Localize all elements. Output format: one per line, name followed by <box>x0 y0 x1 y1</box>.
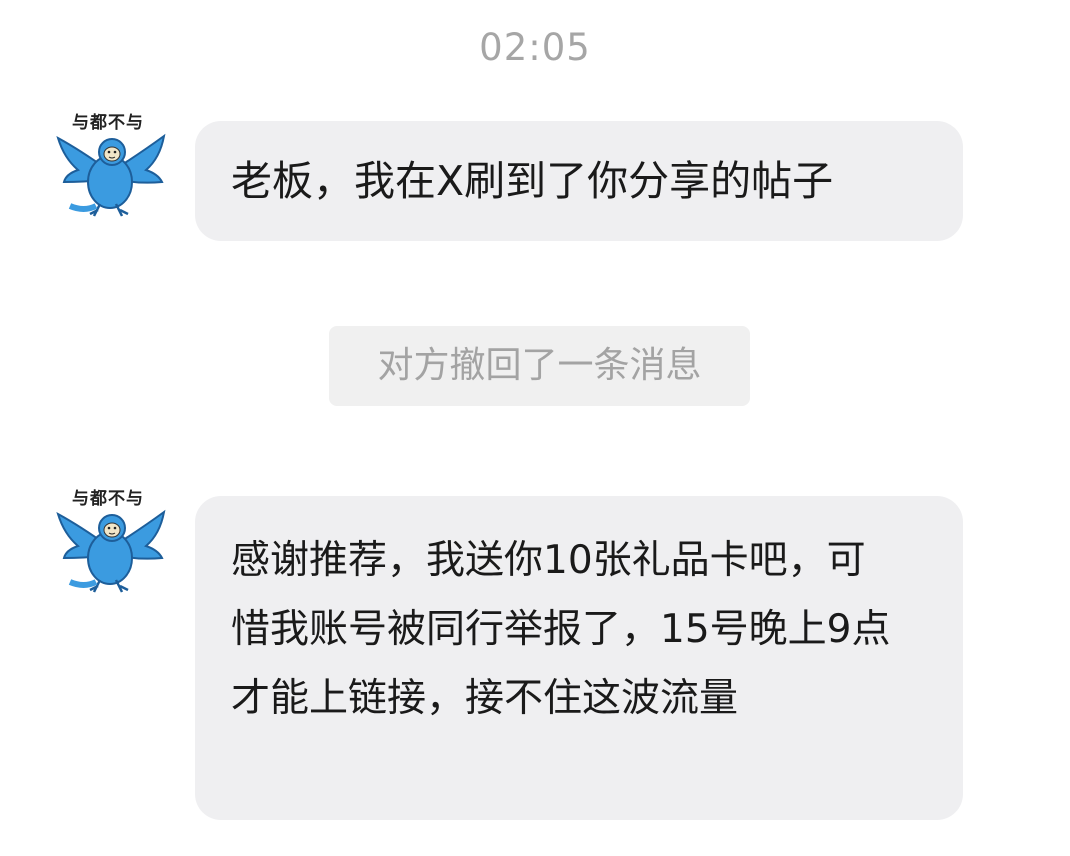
recalled-message-notice: 对方撤回了一条消息 <box>329 326 750 406</box>
message-bubble[interactable]: 老板，我在X刷到了你分享的帖子 <box>195 121 963 241</box>
avatar-caption: 与都不与 <box>72 489 144 509</box>
avatar-caption: 与都不与 <box>72 113 144 133</box>
contact-avatar[interactable]: 与都不与 <box>50 486 170 606</box>
message-bubble[interactable]: 感谢推荐，我送你10张礼品卡吧，可惜我账号被同行举报了，15号晚上9点才能上链接… <box>195 496 963 820</box>
contact-avatar[interactable]: 与都不与 <box>50 110 170 230</box>
timestamp: 02:05 <box>479 26 591 69</box>
